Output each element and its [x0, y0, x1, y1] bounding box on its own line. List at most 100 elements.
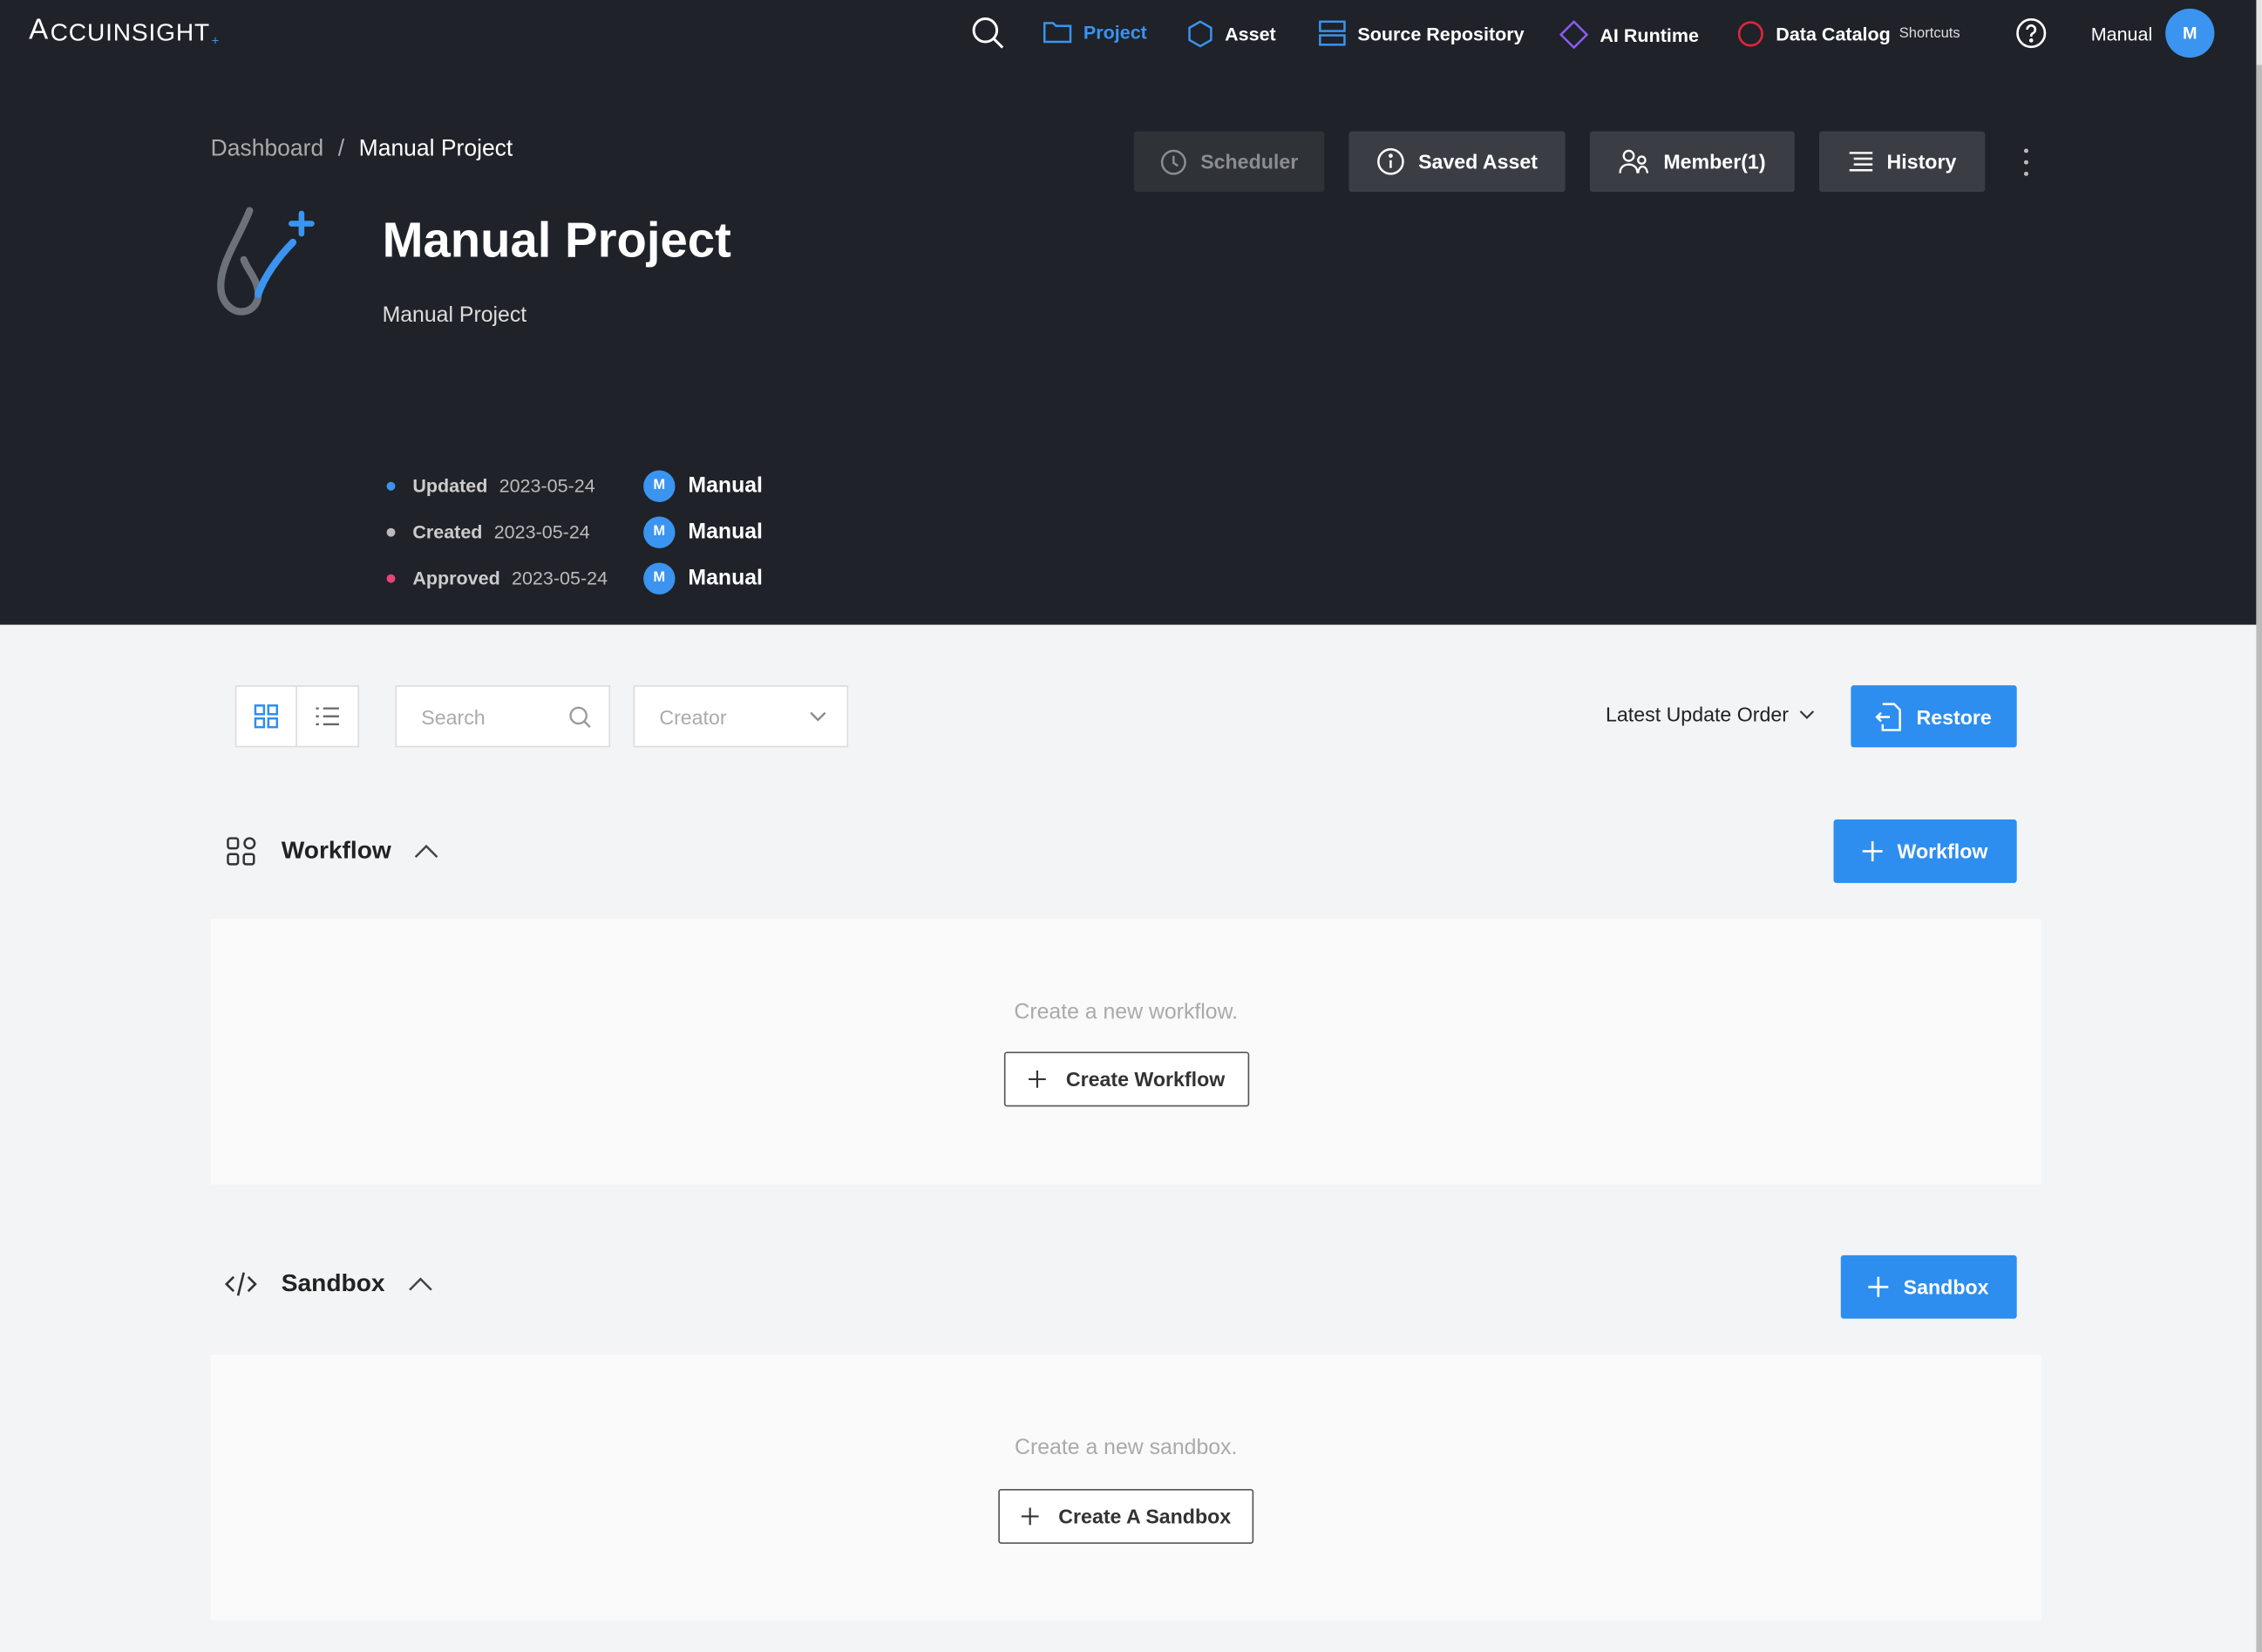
add-sandbox-button[interactable]: Sandbox — [1840, 1254, 2017, 1319]
meta-created: Created 2023-05-24 M Manual — [386, 515, 763, 548]
clock-icon — [1161, 148, 1187, 174]
meta-date: 2023-05-24 — [499, 474, 595, 497]
circle-icon — [1737, 21, 1763, 47]
create-workflow-label: Create Workflow — [1065, 1067, 1226, 1091]
shortcuts-link[interactable]: Shortcuts — [1899, 26, 1960, 42]
member-label: Member(1) — [1663, 150, 1766, 173]
breadcrumb: Dashboard / Manual Project — [211, 137, 513, 163]
restore-button[interactable]: Restore — [1851, 685, 2017, 748]
saved-asset-button[interactable]: Saved Asset — [1348, 131, 1566, 193]
meta-user: M Manual — [643, 515, 763, 548]
history-button[interactable]: History — [1818, 131, 1986, 193]
code-icon — [224, 1272, 257, 1296]
history-list-icon — [1849, 152, 1872, 172]
meta-user-name: Manual — [688, 472, 763, 498]
chevron-up-icon[interactable] — [414, 844, 438, 859]
scrollbar[interactable] — [2256, 0, 2262, 1652]
meta-label: Created — [412, 520, 483, 543]
list-view-icon[interactable] — [297, 687, 358, 746]
meta-user-name: Manual — [688, 519, 763, 544]
folder-icon — [1043, 22, 1072, 44]
help-icon[interactable] — [2015, 17, 2047, 49]
workflow-empty-message: Create a new workflow. — [1014, 999, 1239, 1025]
sandbox-empty-panel: Create a new sandbox. Create A Sandbox — [210, 1355, 2041, 1621]
meta-label: Updated — [412, 474, 488, 497]
meta-date: 2023-05-24 — [493, 520, 590, 543]
status-dot — [386, 480, 396, 490]
plus-icon — [1028, 1071, 1046, 1088]
scrollbar-thumb[interactable] — [2256, 65, 2262, 1652]
page-title: Manual Project — [382, 213, 731, 269]
workflow-title: Workflow — [281, 836, 391, 865]
add-workflow-button[interactable]: Workflow — [1833, 819, 2017, 883]
plus-icon — [1021, 1507, 1039, 1526]
history-label: History — [1886, 150, 1957, 173]
search-placeholder: Search — [421, 704, 486, 728]
user-menu[interactable]: Manual M — [2090, 8, 2215, 58]
diamond-icon — [1559, 20, 1589, 50]
member-button[interactable]: Member(1) — [1589, 131, 1795, 193]
chevron-down-icon — [1799, 710, 1814, 719]
sandbox-title: Sandbox — [281, 1269, 385, 1297]
user-name: Manual — [2090, 22, 2153, 44]
meta-user-name: Manual — [688, 565, 763, 590]
grid-view-icon[interactable] — [236, 686, 297, 746]
search-input[interactable]: Search — [395, 685, 611, 748]
avatar: M — [643, 469, 676, 502]
create-sandbox-button[interactable]: Create A Sandbox — [998, 1488, 1254, 1544]
app-logo[interactable]: A CCUINSIGHT + — [29, 15, 220, 48]
logo-mark: + — [211, 33, 221, 48]
nav-item-data-catalog[interactable]: Data Catalog Shortcuts — [1737, 20, 1960, 47]
meta-user: M Manual — [643, 469, 763, 502]
more-options-icon[interactable] — [2015, 145, 2035, 180]
add-sandbox-label: Sandbox — [1903, 1275, 1989, 1299]
plus-icon — [1868, 1276, 1890, 1297]
create-workflow-button[interactable]: Create Workflow — [1003, 1051, 1250, 1107]
top-nav: A CCUINSIGHT + Project Asset Source Repo… — [0, 0, 2262, 66]
project-logo-icon — [211, 205, 326, 320]
meta-approved: Approved 2023-05-24 M Manual — [386, 561, 763, 595]
logo-text: CCUINSIGHT — [50, 18, 211, 46]
restore-icon — [1876, 702, 1902, 731]
search-icon[interactable] — [971, 16, 1006, 51]
creator-placeholder: Creator — [659, 704, 727, 728]
nav-item-label: Asset — [1225, 23, 1276, 45]
search-icon — [569, 706, 591, 728]
status-dot — [386, 573, 396, 582]
info-icon — [1377, 148, 1404, 175]
nav-item-ai-runtime[interactable]: AI Runtime — [1559, 20, 1699, 50]
page: A CCUINSIGHT + Project Asset Source Repo… — [0, 0, 2262, 1652]
nav-item-label: Project — [1083, 20, 1147, 43]
meta-updated: Updated 2023-05-24 M Manual — [386, 469, 763, 502]
workflow-section-header: Workflow — [224, 834, 439, 869]
logo-lead: A — [29, 14, 50, 46]
members-icon — [1619, 149, 1649, 173]
chevron-down-icon — [810, 711, 826, 722]
saved-asset-label: Saved Asset — [1418, 150, 1539, 173]
sort-label: Latest Update Order — [1606, 702, 1789, 726]
avatar: M — [2165, 8, 2215, 58]
nav-item-label: AI Runtime — [1600, 24, 1699, 46]
chevron-up-icon[interactable] — [408, 1277, 432, 1292]
status-dot — [386, 527, 396, 536]
sandbox-empty-message: Create a new sandbox. — [1015, 1435, 1238, 1460]
repository-icon — [1319, 20, 1346, 46]
meta-date: 2023-05-24 — [511, 567, 608, 589]
breadcrumb-current: Manual Project — [358, 137, 513, 162]
breadcrumb-dashboard[interactable]: Dashboard — [211, 137, 324, 163]
creator-select[interactable]: Creator — [633, 685, 849, 748]
sort-dropdown[interactable]: Latest Update Order — [1606, 703, 1815, 725]
scheduler-button[interactable]: Scheduler — [1133, 131, 1325, 193]
nav-item-source-repository[interactable]: Source Repository — [1319, 20, 1525, 46]
avatar: M — [643, 561, 676, 595]
nav-item-project[interactable]: Project — [1043, 20, 1147, 44]
avatar: M — [643, 515, 676, 548]
plus-icon — [1862, 840, 1883, 862]
meta-user: M Manual — [643, 561, 763, 595]
add-workflow-label: Workflow — [1897, 840, 1988, 863]
project-header: A CCUINSIGHT + Project Asset Source Repo… — [0, 0, 2262, 625]
nav-item-asset[interactable]: Asset — [1187, 20, 1276, 48]
nav-item-label: Data Catalog — [1776, 23, 1891, 45]
project-description: Manual Project — [382, 303, 527, 328]
nav-item-label: Source Repository — [1357, 22, 1525, 44]
